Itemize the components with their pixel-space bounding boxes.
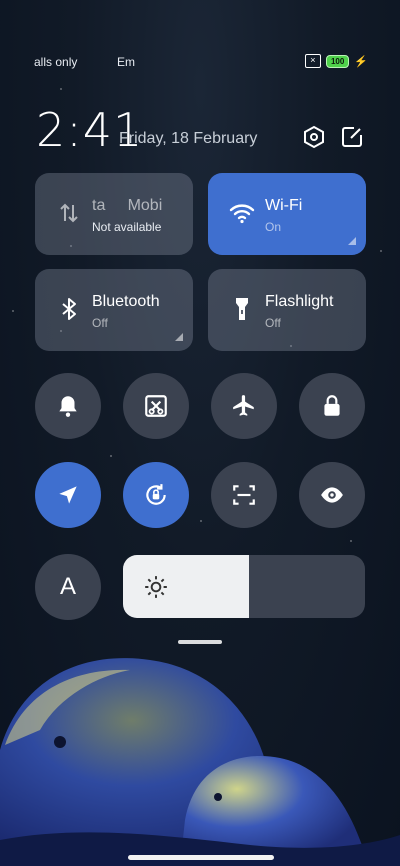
mobile-data-icon	[60, 203, 78, 223]
battery-icon: 100	[325, 54, 350, 68]
tile-subtitle: Off	[92, 316, 108, 330]
brightness-slider[interactable]	[123, 555, 365, 618]
silent-toggle[interactable]	[35, 373, 101, 439]
bell-icon	[59, 396, 77, 417]
lock-icon	[324, 395, 340, 416]
date-label: Friday, 18 February	[119, 130, 258, 147]
eye-icon	[321, 487, 343, 503]
edit-icon[interactable]	[340, 125, 364, 149]
flashlight-tile[interactable]: Flashlight Off	[208, 269, 366, 351]
airplane-icon	[233, 395, 254, 416]
tile-title: Wi-Fi	[265, 197, 303, 214]
tile-title: Bluetooth	[92, 293, 160, 310]
tile-title: Flashlight	[265, 293, 334, 310]
auto-rotate-toggle[interactable]	[123, 462, 189, 528]
location-toggle[interactable]	[35, 462, 101, 528]
auto-rotate-icon	[146, 484, 166, 505]
expand-corner-icon[interactable]	[175, 333, 183, 341]
tile-subtitle: Off	[265, 316, 281, 330]
font-icon: A	[59, 573, 76, 600]
airplane-toggle[interactable]	[211, 373, 277, 439]
bluetooth-tile[interactable]: Bluetooth Off	[35, 269, 193, 351]
sun-icon	[145, 576, 167, 598]
charging-icon: ⚡	[354, 55, 368, 68]
scan-icon	[233, 485, 255, 505]
settings-icon[interactable]	[302, 125, 326, 149]
carrier-text: alls only	[34, 55, 78, 69]
screenshot-toggle[interactable]	[123, 373, 189, 439]
status-bar: alls only Em × 100 ⚡	[0, 54, 400, 73]
carrier-text-2: Em	[117, 55, 135, 69]
scanner-toggle[interactable]	[211, 462, 277, 528]
screenshot-icon	[145, 395, 167, 417]
font-size-toggle[interactable]: A	[35, 554, 101, 620]
tile-title: ta Mobi	[92, 197, 163, 214]
mobile-data-tile[interactable]: ta Mobi Not available	[35, 173, 193, 255]
bluetooth-icon	[62, 298, 76, 320]
tile-subtitle: On	[265, 220, 282, 234]
status-icons: × 100 ⚡	[304, 54, 368, 68]
reading-mode-toggle[interactable]	[299, 462, 365, 528]
wifi-tile[interactable]: Wi-Fi On	[208, 173, 366, 255]
lock-toggle[interactable]	[299, 373, 365, 439]
location-icon	[59, 486, 77, 504]
wallpaper-illustration	[0, 658, 400, 866]
brightness-level	[123, 555, 249, 618]
no-sim-icon: ×	[304, 54, 321, 68]
flashlight-icon	[236, 298, 248, 320]
wifi-icon	[229, 204, 255, 224]
tile-subtitle: Not available	[92, 220, 162, 234]
home-indicator[interactable]	[128, 855, 274, 860]
expand-corner-icon[interactable]	[348, 237, 356, 245]
